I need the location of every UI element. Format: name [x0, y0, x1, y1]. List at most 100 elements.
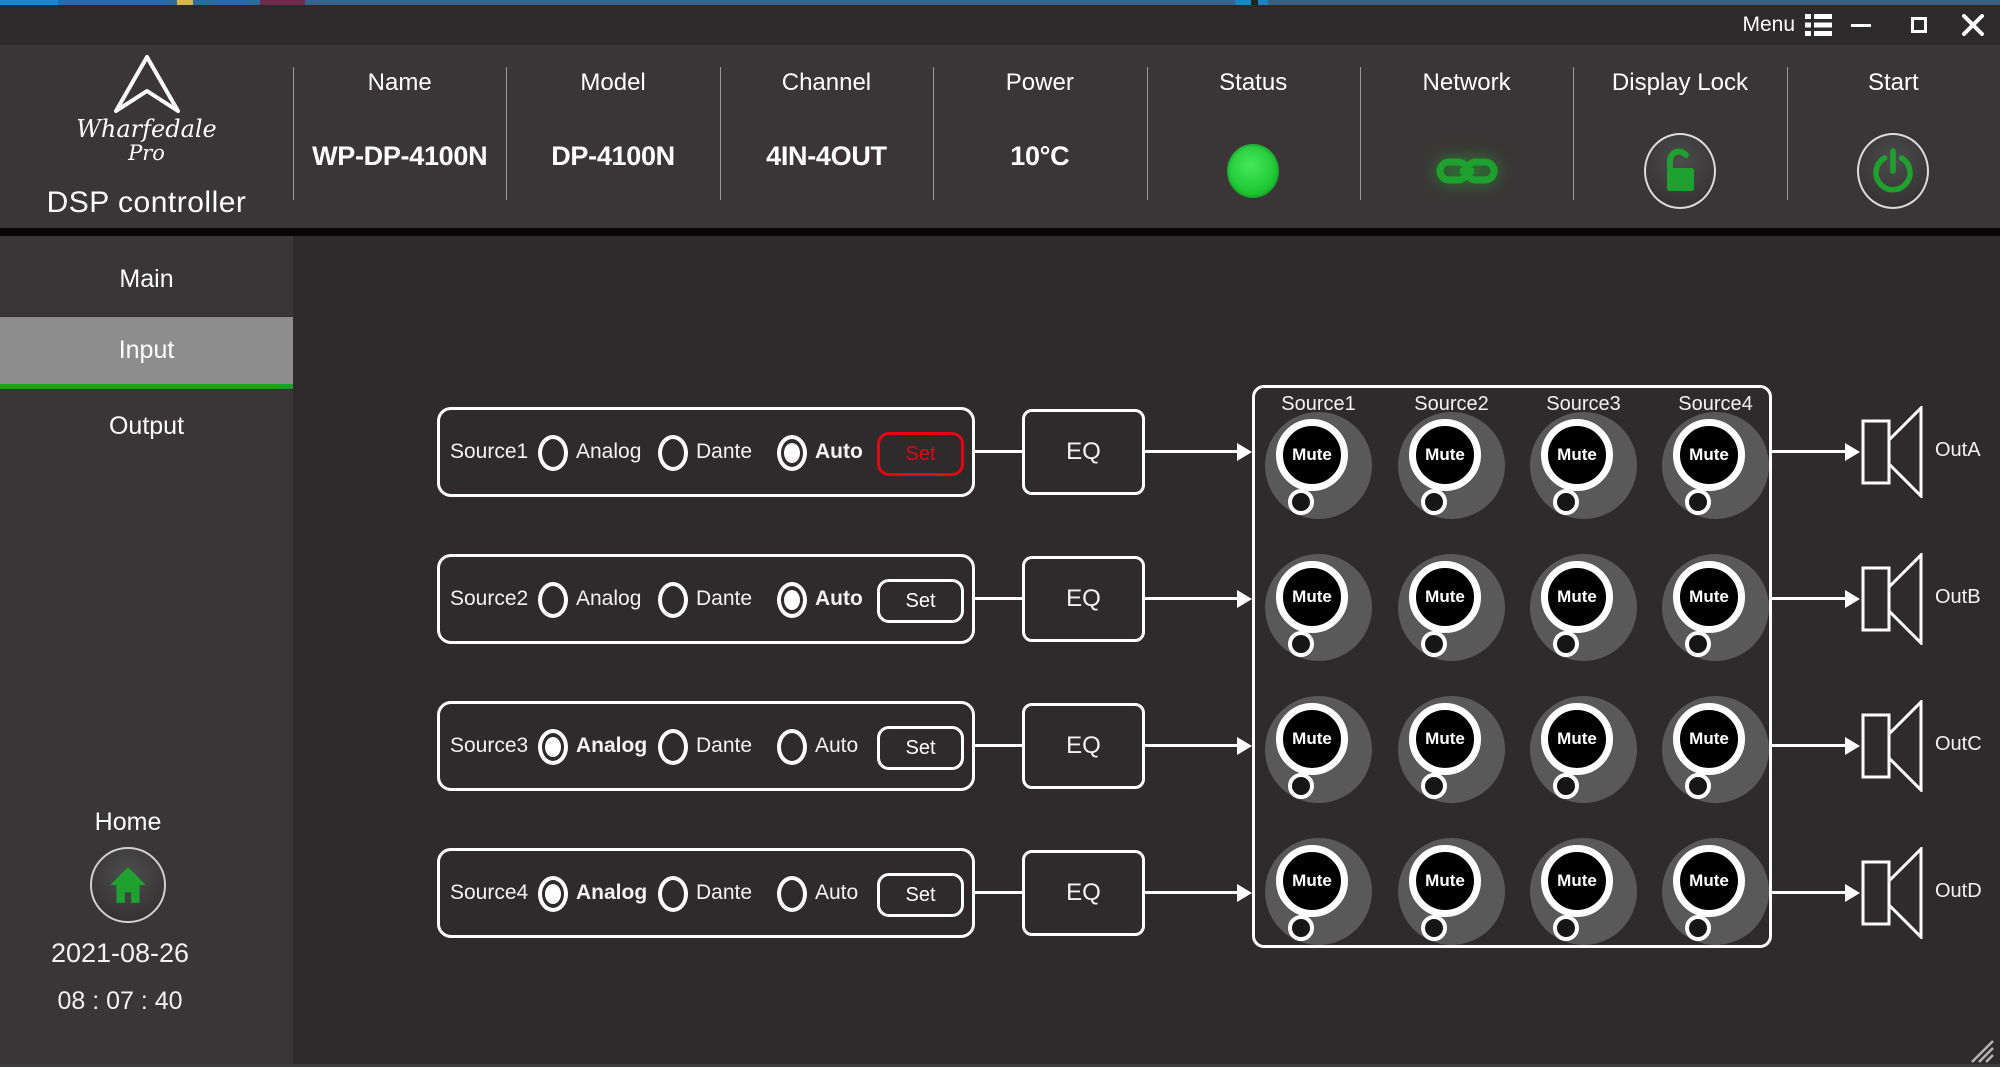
- channel-value: 4IN-4OUT: [766, 141, 887, 172]
- home-button[interactable]: [90, 847, 166, 923]
- mute-knob-outD-source2[interactable]: Mute: [1398, 838, 1505, 945]
- source4-radio-dante[interactable]: [658, 876, 688, 912]
- mute-knob-face: Mute: [1409, 419, 1481, 491]
- mute-knob-outB-source3[interactable]: Mute: [1530, 554, 1637, 661]
- mute-knob-face: Mute: [1673, 419, 1745, 491]
- source-label: Source3: [450, 704, 528, 788]
- date-text: 2021-08-26: [0, 938, 240, 969]
- mute-knob-face: Mute: [1673, 845, 1745, 917]
- connector-line: [975, 443, 1022, 461]
- maximize-icon: [1911, 17, 1927, 33]
- mute-knob-outC-source1[interactable]: Mute: [1265, 696, 1372, 803]
- knob-pointer: [1421, 631, 1447, 657]
- source2-set-button[interactable]: Set: [877, 579, 964, 623]
- resize-grip[interactable]: [1968, 1037, 1994, 1063]
- app-title: DSP controller: [47, 186, 247, 220]
- header-field-channel: Channel 4IN-4OUT: [720, 45, 933, 228]
- mute-knob-face: Mute: [1276, 703, 1348, 775]
- header-field-model: Model DP-4100N: [506, 45, 719, 228]
- source3-set-button[interactable]: Set: [877, 726, 964, 770]
- mute-knob-face: Mute: [1673, 703, 1745, 775]
- connector-line: [975, 590, 1022, 608]
- knob-pointer: [1685, 489, 1711, 515]
- menu-list-icon: [1805, 14, 1832, 36]
- mute-knob-outC-source2[interactable]: Mute: [1398, 696, 1505, 803]
- connector-arrow: [1772, 737, 1860, 755]
- source3-eq-button[interactable]: EQ: [1022, 703, 1145, 789]
- header-divider: [0, 228, 2000, 236]
- source4-config-box: Source4 Analog Dante Auto Set: [437, 848, 975, 938]
- mute-knob-outB-source2[interactable]: Mute: [1398, 554, 1505, 661]
- source3-radio-auto[interactable]: [777, 729, 807, 765]
- mute-knob-face: Mute: [1409, 561, 1481, 633]
- field-label: Power: [1006, 69, 1074, 97]
- mute-knob-outB-source1[interactable]: Mute: [1265, 554, 1372, 661]
- source3-config-box: Source3 Analog Dante Auto Set: [437, 701, 975, 791]
- unlocked-padlock-icon: [1659, 148, 1701, 194]
- knob-pointer: [1421, 915, 1447, 941]
- minimize-button[interactable]: [1848, 12, 1874, 38]
- home-section: Home: [0, 808, 256, 923]
- radio-label-auto: Auto: [815, 410, 863, 494]
- mute-knob-outD-source4[interactable]: Mute: [1662, 838, 1769, 945]
- speaker-icon: [1860, 847, 1924, 939]
- source1-eq-button[interactable]: EQ: [1022, 409, 1145, 495]
- title-bar: Menu: [0, 5, 2000, 45]
- knob-pointer: [1553, 915, 1579, 941]
- speaker-icon: [1860, 406, 1924, 498]
- source2-eq-button[interactable]: EQ: [1022, 556, 1145, 642]
- source3-radio-analog[interactable]: [538, 729, 568, 765]
- model-value: DP-4100N: [551, 141, 675, 172]
- mute-knob-outD-source3[interactable]: Mute: [1530, 838, 1637, 945]
- source1-set-button[interactable]: Set: [877, 432, 964, 476]
- start-power-button[interactable]: [1857, 133, 1929, 209]
- source4-set-button[interactable]: Set: [877, 873, 964, 917]
- maximize-button[interactable]: [1906, 12, 1932, 38]
- mute-knob-face: Mute: [1276, 561, 1348, 633]
- home-label: Home: [0, 808, 256, 837]
- source4-radio-analog[interactable]: [538, 876, 568, 912]
- source2-radio-dante[interactable]: [658, 582, 688, 618]
- display-lock-button[interactable]: [1644, 133, 1716, 209]
- output-label-outA: OutA: [1935, 439, 1981, 462]
- datetime: 2021-08-26 08 : 07 : 40: [0, 938, 240, 1016]
- mute-knob-face: Mute: [1541, 561, 1613, 633]
- source3-radio-dante[interactable]: [658, 729, 688, 765]
- header-field-status: Status: [1147, 45, 1360, 228]
- radio-label-analog: Analog: [576, 704, 647, 788]
- mute-knob-outA-source1[interactable]: Mute: [1265, 412, 1372, 519]
- mute-knob-outA-source3[interactable]: Mute: [1530, 412, 1637, 519]
- source2-radio-auto[interactable]: [777, 582, 807, 618]
- mute-knob-outD-source1[interactable]: Mute: [1265, 838, 1372, 945]
- mute-knob-outC-source4[interactable]: Mute: [1662, 696, 1769, 803]
- sidebar-item-output[interactable]: Output: [0, 389, 293, 462]
- network-button[interactable]: [1436, 131, 1498, 211]
- sidebar-item-main[interactable]: Main: [0, 243, 293, 316]
- source1-radio-dante[interactable]: [658, 435, 688, 471]
- source-label: Source2: [450, 557, 528, 641]
- sidebar-item-input[interactable]: Input: [0, 316, 293, 389]
- source4-eq-button[interactable]: EQ: [1022, 850, 1145, 936]
- source2-config-box: Source2 Analog Dante Auto Set: [437, 554, 975, 644]
- sidebar: Main Input Output Home 2021-08-26 08 : 0…: [0, 236, 293, 1067]
- radio-label-auto: Auto: [815, 704, 858, 788]
- header-field-name: Name WP-DP-4100N: [293, 45, 506, 228]
- source2-radio-analog[interactable]: [538, 582, 568, 618]
- knob-pointer: [1288, 631, 1314, 657]
- brand-sub-name: Pro: [128, 143, 165, 164]
- mute-knob-face: Mute: [1409, 845, 1481, 917]
- menu-button[interactable]: Menu: [1742, 13, 1832, 37]
- source1-radio-auto[interactable]: [777, 435, 807, 471]
- close-button[interactable]: [1960, 12, 1986, 38]
- source4-radio-auto[interactable]: [777, 876, 807, 912]
- source1-radio-analog[interactable]: [538, 435, 568, 471]
- mute-knob-outA-source2[interactable]: Mute: [1398, 412, 1505, 519]
- mute-knob-outB-source4[interactable]: Mute: [1662, 554, 1769, 661]
- knob-pointer: [1421, 489, 1447, 515]
- mute-knob-outC-source3[interactable]: Mute: [1530, 696, 1637, 803]
- power-icon: [1870, 147, 1916, 195]
- input-routing-panel: Source1 Analog Dante Auto Set EQ Source2…: [293, 236, 2000, 1067]
- knob-pointer: [1553, 631, 1579, 657]
- header-field-display-lock: Display Lock: [1573, 45, 1786, 228]
- mute-knob-outA-source4[interactable]: Mute: [1662, 412, 1769, 519]
